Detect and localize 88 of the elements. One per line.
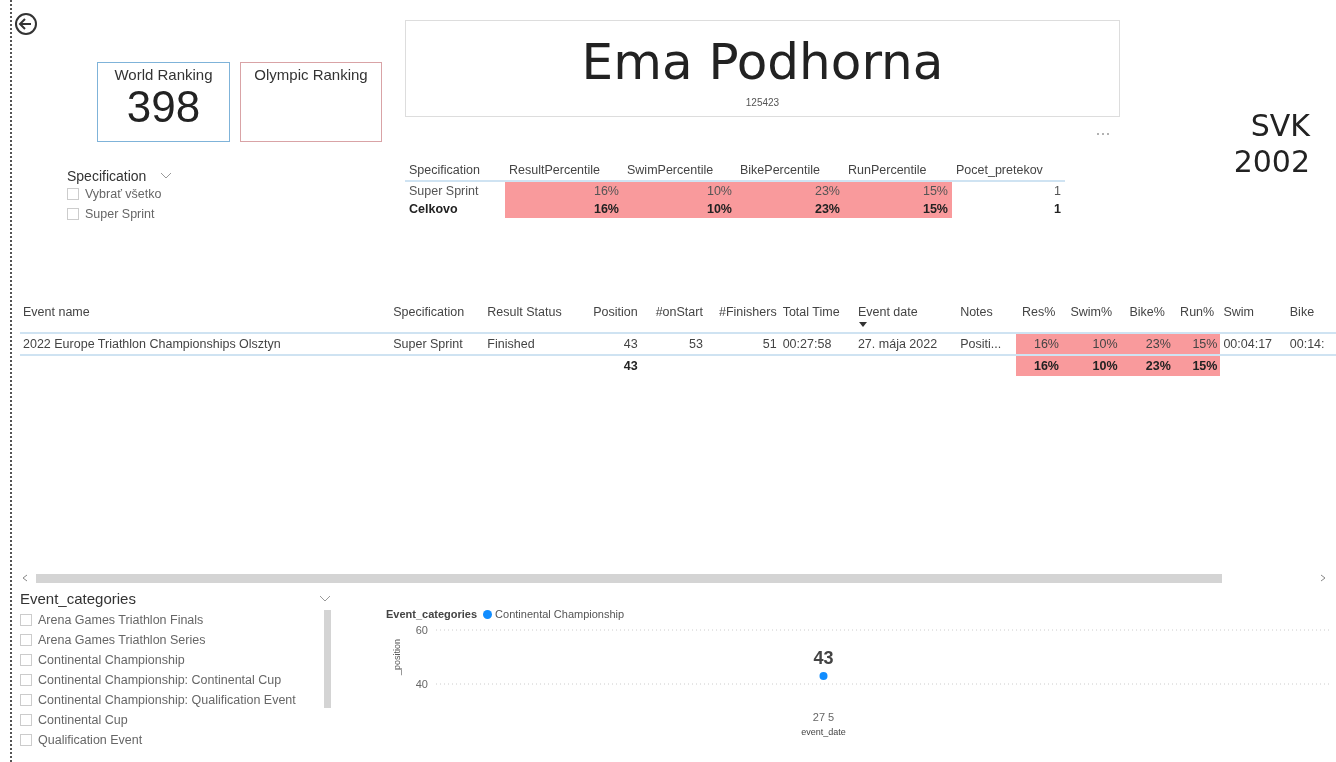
slicer-option[interactable]: Arena Games Triathlon Series — [38, 633, 206, 647]
checkbox[interactable] — [20, 614, 32, 626]
slicer-option[interactable]: Continental Championship: Continental Cup — [38, 673, 282, 687]
table-cell: 2022 Europe Triathlon Championships Olsztyn — [23, 337, 281, 351]
table-cell: 10% — [623, 200, 736, 218]
column-header[interactable]: #Finishers — [705, 305, 780, 333]
country-code: SVK — [1250, 108, 1310, 144]
slicer-option[interactable]: Qualification Event — [38, 733, 143, 747]
athlete-name: Ema Podhorna — [581, 32, 944, 93]
checkbox[interactable] — [20, 694, 32, 706]
table-cell: Super Sprint — [393, 337, 463, 351]
column-header[interactable]: Event date — [854, 305, 958, 333]
table-cell: 43 — [623, 359, 638, 373]
legend-title: Event_categories — [386, 608, 478, 620]
table-cell: 53 — [689, 337, 703, 351]
athlete-id: 125423 — [745, 97, 780, 108]
column-header[interactable]: #onStart — [640, 305, 706, 333]
checkbox[interactable] — [20, 734, 32, 746]
ranking-value: 398 — [126, 83, 201, 131]
slicer-option[interactable]: Continental Championship: Qualification Event — [38, 693, 296, 707]
column-header[interactable]: Specification — [390, 305, 485, 333]
more-options-icon[interactable] — [1096, 132, 1110, 136]
column-header[interactable]: Specification — [405, 160, 505, 181]
y-tick-label: 60 — [415, 624, 428, 636]
column-header[interactable]: Swim% — [1061, 305, 1121, 333]
column-header[interactable]: Res% — [1015, 305, 1062, 333]
card-title: Olympic Ranking — [254, 66, 368, 83]
column-header[interactable]: Bike — [1286, 305, 1336, 333]
table-cell: Positi... — [960, 337, 1002, 351]
table-cell: 16% — [1033, 337, 1059, 351]
column-header[interactable]: Notes — [957, 305, 1016, 333]
checkbox[interactable] — [67, 188, 79, 200]
x-axis-title: event_date — [801, 727, 846, 737]
data-point[interactable] — [819, 671, 828, 680]
table-cell: 43 — [623, 337, 638, 351]
slicer-title: Specification — [67, 168, 147, 184]
column-header[interactable]: Run% — [1173, 305, 1221, 333]
slicer-option[interactable]: Continental Cup — [38, 713, 128, 727]
column-header[interactable]: Event name — [20, 305, 391, 333]
column-header[interactable]: Result Status — [484, 305, 582, 333]
table-cell: 1 — [952, 181, 1065, 200]
column-header[interactable]: Pocet_pretekov — [952, 160, 1065, 181]
table-cell: 23% — [1145, 359, 1171, 373]
table-cell: 27. mája 2022 — [857, 337, 938, 351]
column-header[interactable]: Total Time — [779, 305, 855, 333]
column-header[interactable]: Bike% — [1120, 305, 1174, 333]
checkbox[interactable] — [20, 654, 32, 666]
table-cell: Finished — [487, 337, 535, 351]
table-cell: Super Sprint — [405, 181, 505, 200]
table-cell: 16% — [1033, 359, 1059, 373]
data-label: 43 — [813, 647, 834, 668]
y-axis-title: _position — [392, 639, 402, 675]
checkbox[interactable] — [20, 714, 32, 726]
checkbox[interactable] — [67, 208, 79, 220]
table-cell: 51 — [762, 337, 777, 351]
slicer-title: Event_categories — [20, 590, 136, 607]
slicer-option[interactable]: Continental Championship — [38, 653, 185, 667]
x-tick-label: 27 5 — [812, 711, 835, 723]
legend-label: Continental Championship — [495, 608, 625, 620]
table-cell: 15% — [1192, 359, 1218, 373]
table-cell: 23% — [1145, 337, 1171, 351]
slicer-option[interactable]: Super Sprint — [85, 207, 155, 221]
scrollbar-thumb[interactable] — [324, 610, 331, 708]
card-title: World Ranking — [114, 66, 213, 83]
chevron-left-icon[interactable] — [22, 574, 28, 582]
table-cell: 16% — [505, 200, 623, 218]
chevron-down-icon[interactable] — [160, 172, 173, 180]
scrollbar-thumb[interactable] — [36, 573, 1222, 583]
slicer-option[interactable]: Arena Games Triathlon Finals — [38, 613, 204, 627]
column-header[interactable]: Position — [581, 305, 641, 333]
checkbox[interactable] — [20, 634, 32, 646]
checkbox[interactable] — [20, 674, 32, 686]
table-cell: 10% — [1092, 359, 1118, 373]
table-cell: 00:14: — [1289, 337, 1325, 351]
table-cell: 00:04:17 — [1223, 337, 1273, 351]
table-cell: 15% — [1192, 337, 1218, 351]
table-cell: 10% — [1092, 337, 1118, 351]
table-cell: 15% — [844, 200, 952, 218]
table-cell: Celkovo — [405, 200, 505, 218]
table-cell: 00:27:58 — [782, 337, 832, 351]
table-cell: 23% — [736, 200, 844, 218]
y-tick-label: 40 — [415, 678, 428, 690]
column-header[interactable]: Swim — [1220, 305, 1287, 333]
chevron-right-icon[interactable] — [1320, 574, 1326, 582]
slicer-option[interactable]: Vybrať všetko — [85, 187, 162, 201]
birth-year: 2002 — [1233, 144, 1310, 180]
table-cell: 1 — [952, 200, 1065, 218]
chevron-down-icon[interactable] — [319, 594, 331, 603]
